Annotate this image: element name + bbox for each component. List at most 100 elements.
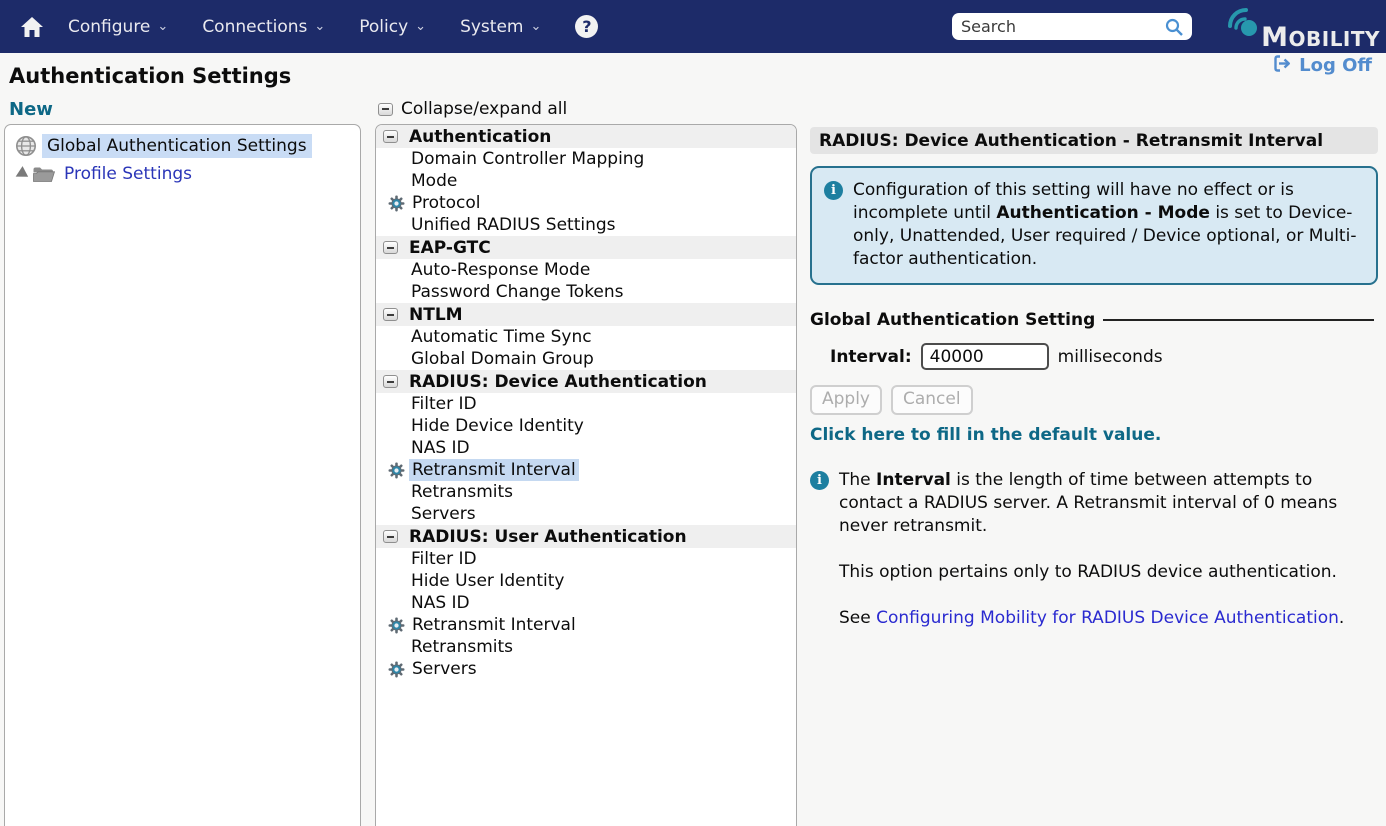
setting-item[interactable]: Filter ID	[376, 393, 796, 415]
setting-item[interactable]: Unified RADIUS Settings	[376, 214, 796, 236]
nav-item-connections[interactable]: Connections ⌄	[202, 17, 325, 37]
setting-item[interactable]: Global Domain Group	[376, 348, 796, 370]
home-icon[interactable]	[20, 16, 44, 38]
chevron-down-icon: ⌄	[314, 22, 325, 32]
setting-item[interactable]: Servers	[376, 503, 796, 525]
search-box	[952, 13, 1192, 40]
collapse-icon[interactable]	[383, 530, 398, 543]
section-header: EAP-GTC	[376, 236, 796, 259]
setting-item-label: Mode	[408, 170, 460, 192]
help-p1-bold: Interval	[876, 470, 951, 490]
setting-item-label: Hide User Identity	[408, 570, 567, 592]
fill-default-link[interactable]: Click here to fill in the default value.	[810, 425, 1378, 445]
gear-icon	[388, 462, 405, 479]
tree-item-label: Global Authentication Settings	[42, 134, 312, 158]
setting-item[interactable]: Retransmits	[376, 636, 796, 658]
setting-item-label: Filter ID	[408, 393, 480, 415]
log-off-icon	[1273, 54, 1292, 77]
setting-item-label: Password Change Tokens	[408, 281, 627, 303]
group-title: Global Authentication Setting	[810, 310, 1095, 330]
settings-tree-panel: Global Authentication Settings Profile S…	[4, 124, 361, 826]
setting-item[interactable]: Domain Controller Mapping	[376, 148, 796, 170]
apply-button[interactable]: Apply	[810, 385, 882, 415]
setting-item-label: Filter ID	[408, 548, 480, 570]
notice-text: Configuration of this setting will have …	[853, 179, 1364, 271]
nav-item-label: Policy	[359, 17, 408, 37]
gear-icon	[388, 661, 405, 678]
log-off-label: Log Off	[1299, 55, 1372, 76]
setting-item-label: Unified RADIUS Settings	[408, 214, 619, 236]
nav-item-label: Connections	[202, 17, 307, 37]
section-title: RADIUS: Device Authentication	[409, 372, 707, 392]
setting-item[interactable]: Retransmits	[376, 481, 796, 503]
setting-item[interactable]: Filter ID	[376, 548, 796, 570]
documentation-link[interactable]: Configuring Mobility for RADIUS Device A…	[876, 608, 1339, 628]
setting-item[interactable]: NAS ID	[376, 437, 796, 459]
log-off-button[interactable]: Log Off	[1273, 54, 1372, 77]
setting-item[interactable]: Hide User Identity	[376, 570, 796, 592]
setting-item-label: Domain Controller Mapping	[408, 148, 647, 170]
help-block: i The Interval is the length of time bet…	[810, 469, 1378, 630]
chevron-down-icon: ⌄	[415, 22, 426, 32]
tree-expander-icon[interactable]	[13, 166, 28, 182]
interval-input[interactable]	[921, 343, 1049, 370]
setting-item-label: Automatic Time Sync	[408, 326, 595, 348]
collapse-icon[interactable]	[383, 375, 398, 388]
nav-item-label: Configure	[68, 17, 150, 37]
help-p3-post: .	[1339, 608, 1344, 628]
setting-item[interactable]: NAS ID	[376, 592, 796, 614]
search-icon[interactable]	[1164, 17, 1184, 41]
cancel-button[interactable]: Cancel	[891, 385, 973, 415]
nav-item-label: System	[460, 17, 523, 37]
help-p3-pre: See	[839, 608, 876, 628]
setting-item[interactable]: Auto-Response Mode	[376, 259, 796, 281]
brand-name: MOBILITY	[1261, 22, 1380, 53]
setting-item[interactable]: Servers	[376, 658, 796, 680]
folder-icon	[32, 165, 56, 184]
setting-item-label: Auto-Response Mode	[408, 259, 593, 281]
collapse-icon[interactable]	[383, 308, 398, 321]
collapse-expand-all-label: Collapse/expand all	[401, 99, 567, 119]
nav-menu: Configure ⌄ Connections ⌄ Policy ⌄ System ⌄	[68, 17, 575, 37]
gear-icon	[388, 195, 405, 212]
detail-header: RADIUS: Device Authentication - Retransm…	[810, 127, 1378, 154]
setting-item-label: Retransmits	[408, 636, 516, 658]
chevron-down-icon: ⌄	[157, 22, 168, 32]
section-title: EAP-GTC	[409, 238, 491, 258]
group-divider	[1103, 319, 1374, 321]
tree-item-global-authentication-settings[interactable]: Global Authentication Settings	[5, 132, 360, 160]
setting-item[interactable]: Retransmit Interval	[376, 459, 796, 481]
collapse-icon[interactable]	[383, 130, 398, 143]
setting-item-label: Servers	[408, 503, 479, 525]
page-title: Authentication Settings	[9, 64, 291, 88]
collapse-expand-all[interactable]: Collapse/expand all	[378, 99, 567, 119]
tree-item-label: Profile Settings	[64, 164, 192, 184]
collapse-icon[interactable]	[383, 241, 398, 254]
interval-field-row: Interval: milliseconds	[830, 343, 1378, 370]
info-icon: i	[810, 471, 829, 490]
info-icon: i	[824, 181, 843, 200]
section-title: NTLM	[409, 305, 463, 325]
tree-item-profile-settings[interactable]: Profile Settings	[5, 160, 360, 188]
setting-item[interactable]: Retransmit Interval	[376, 614, 796, 636]
search-input[interactable]	[961, 17, 1161, 36]
setting-item-label: Retransmit Interval	[409, 614, 579, 636]
globe-icon	[15, 135, 37, 157]
collapse-icon[interactable]	[378, 103, 393, 116]
nav-item-configure[interactable]: Configure ⌄	[68, 17, 168, 37]
section-header: RADIUS: Device Authentication	[376, 370, 796, 393]
new-link[interactable]: New	[9, 99, 53, 120]
setting-item[interactable]: Protocol	[376, 192, 796, 214]
chevron-down-icon: ⌄	[530, 22, 541, 32]
nav-item-policy[interactable]: Policy ⌄	[359, 17, 426, 37]
help-icon[interactable]: ?	[575, 15, 598, 38]
nav-item-system[interactable]: System ⌄	[460, 17, 541, 37]
setting-item[interactable]: Hide Device Identity	[376, 415, 796, 437]
mobility-logo: MOBILITY	[1220, 2, 1380, 54]
setting-item[interactable]: Automatic Time Sync	[376, 326, 796, 348]
setting-item-label: Hide Device Identity	[408, 415, 587, 437]
setting-item[interactable]: Password Change Tokens	[376, 281, 796, 303]
setting-item-label: Protocol	[409, 192, 484, 214]
setting-item[interactable]: Mode	[376, 170, 796, 192]
top-navbar: Configure ⌄ Connections ⌄ Policy ⌄ System ⌄ ?	[0, 0, 1386, 53]
